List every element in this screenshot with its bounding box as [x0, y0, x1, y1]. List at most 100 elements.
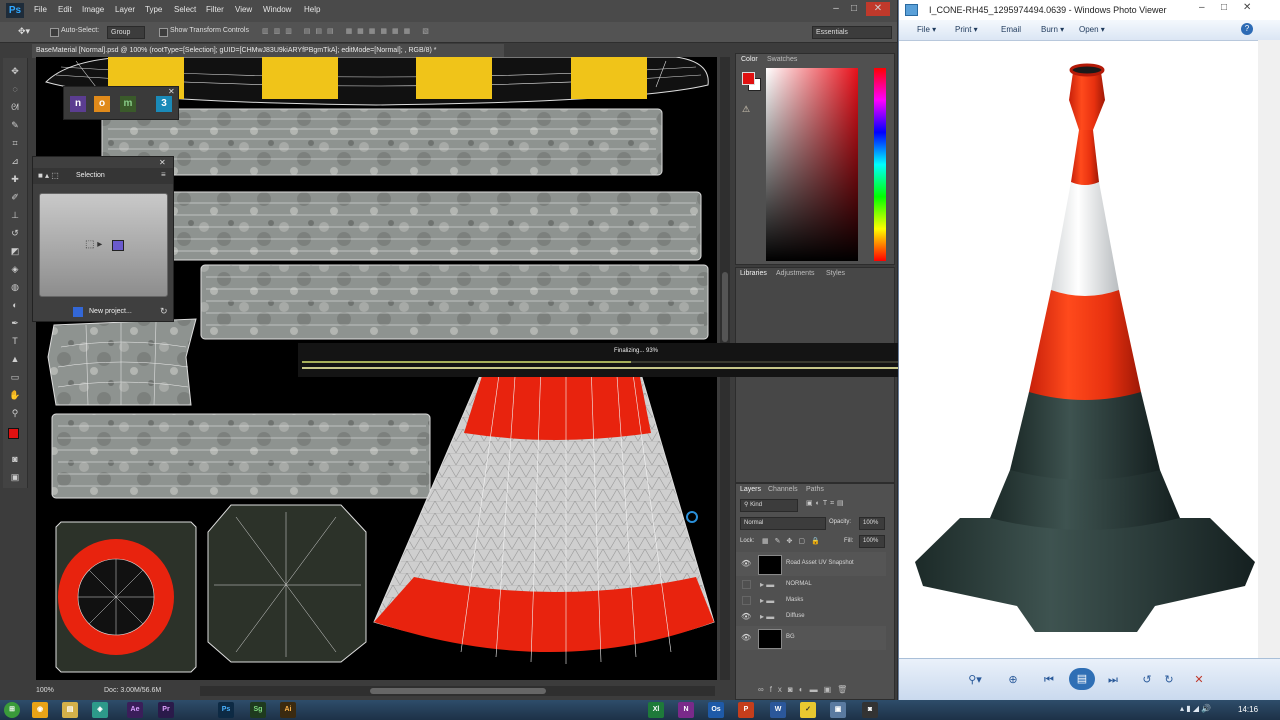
history-brush-icon[interactable]: ↺: [7, 226, 23, 240]
auto-select-dropdown[interactable]: Group: [107, 26, 145, 39]
layer-row[interactable]: 👁 ▸ ▬ Diffuse: [736, 610, 886, 624]
plugin-m-icon[interactable]: m: [120, 96, 136, 112]
pv-menu-burn[interactable]: Burn ▾: [1041, 25, 1064, 34]
tab-styles[interactable]: Styles: [826, 270, 845, 277]
menu-filter[interactable]: Filter: [206, 5, 224, 14]
foreground-color-swatch[interactable]: [8, 428, 19, 439]
refresh-icon[interactable]: ↻: [160, 306, 168, 317]
layer-actions-icons[interactable]: ∞fx◙◐▬▣🗑: [758, 685, 853, 694]
workspace-dropdown[interactable]: Essentials: [812, 26, 892, 39]
maximize-icon[interactable]: □: [1221, 2, 1227, 13]
auto-select-checkbox[interactable]: [50, 28, 59, 37]
taskbar-onenote-icon[interactable]: N: [678, 702, 694, 718]
eraser-tool-icon[interactable]: ◩: [7, 244, 23, 258]
fill-field[interactable]: 100%: [859, 535, 885, 548]
lasso-tool-icon[interactable]: ᘛ: [7, 100, 23, 114]
tab-channels[interactable]: Channels: [768, 486, 798, 493]
quick-select-tool-icon[interactable]: ✎: [7, 118, 23, 132]
hue-slider[interactable]: [874, 68, 886, 261]
document-tab[interactable]: BaseMaterial [Normal].psd @ 100% (rootTy…: [32, 44, 504, 58]
taskbar-word-icon[interactable]: W: [770, 702, 786, 718]
taskbar-powerpoint-icon[interactable]: P: [738, 702, 754, 718]
menu-file[interactable]: File: [34, 5, 47, 14]
quick-mask-icon[interactable]: ◙: [7, 452, 23, 466]
pv-menu-print[interactable]: Print ▾: [955, 25, 978, 34]
explorer-icon[interactable]: ▤: [62, 702, 78, 718]
close-icon[interactable]: ✕: [866, 2, 890, 16]
eye-icon[interactable]: 👁: [741, 612, 751, 621]
layer-name[interactable]: NORMAL: [786, 581, 812, 587]
layer-row[interactable]: 👁 Road Asset UV Snapshot: [736, 552, 886, 576]
path-select-icon[interactable]: ▲: [7, 352, 23, 366]
eye-icon[interactable]: 👁: [741, 633, 751, 642]
pen-tool-icon[interactable]: ✒: [7, 316, 23, 330]
move-tool-icon[interactable]: ✥: [7, 64, 23, 78]
blur-tool-icon[interactable]: ◍: [7, 280, 23, 294]
eye-icon[interactable]: 👁: [741, 559, 751, 568]
app-icon[interactable]: ◈: [92, 702, 108, 718]
eyedropper-tool-icon[interactable]: ⊿: [7, 154, 23, 168]
clock[interactable]: 14:16: [1238, 705, 1258, 714]
slideshow-icon[interactable]: ▤: [1069, 668, 1095, 690]
stamp-tool-icon[interactable]: ⊥: [7, 208, 23, 222]
tab-swatches[interactable]: Swatches: [767, 56, 797, 63]
tab-layers[interactable]: Layers: [740, 486, 761, 493]
tab-adjustments[interactable]: Adjustments: [776, 270, 815, 277]
menu-edit[interactable]: Edit: [58, 5, 72, 14]
close-icon[interactable]: ✕: [168, 87, 175, 96]
previous-icon[interactable]: ⏮: [1039, 673, 1059, 687]
selection-preview-card[interactable]: ⬚ ▸: [39, 193, 168, 297]
layer-filter-icons[interactable]: ▣◐T⌗▤: [806, 499, 847, 508]
taskbar-app-icon[interactable]: ◙: [862, 702, 878, 718]
taskbar-ps-icon[interactable]: Ps: [218, 702, 234, 718]
opacity-field[interactable]: 100%: [859, 517, 885, 530]
delete-icon[interactable]: ✕: [1189, 673, 1209, 687]
menu-layer[interactable]: Layer: [115, 5, 135, 14]
menu-image[interactable]: Image: [82, 5, 104, 14]
dodge-tool-icon[interactable]: ◐: [7, 298, 23, 312]
plugin-o-icon[interactable]: o: [94, 96, 110, 112]
zoom-tool-icon[interactable]: ⚲: [7, 406, 23, 420]
marquee-tool-icon[interactable]: ◌: [7, 82, 23, 96]
taskbar-check-icon[interactable]: ✓: [800, 702, 816, 718]
menu-icon[interactable]: ■ ▴ ⬚: [38, 171, 59, 180]
plugin-3-icon[interactable]: 3: [156, 96, 172, 112]
menu-help[interactable]: Help: [304, 5, 320, 14]
rotate-left-icon[interactable]: ↺: [1137, 673, 1157, 687]
actual-size-icon[interactable]: ⊕: [1003, 673, 1023, 687]
rotate-right-icon[interactable]: ↻: [1159, 673, 1179, 687]
visibility-toggle[interactable]: [742, 580, 751, 589]
close-icon[interactable]: ✕: [159, 158, 166, 167]
layer-name[interactable]: Masks: [786, 597, 803, 603]
panel-menu-icon[interactable]: ≡: [161, 170, 166, 179]
close-icon[interactable]: ✕: [1243, 2, 1251, 13]
layer-row[interactable]: ▸ ▬ NORMAL: [736, 578, 886, 592]
show-transform-checkbox[interactable]: [159, 28, 168, 37]
healing-tool-icon[interactable]: ✚: [7, 172, 23, 186]
tray-icons[interactable]: ▴ ▮ ◢ 🔊: [1180, 704, 1211, 713]
menu-window[interactable]: Window: [263, 5, 291, 14]
screen-mode-icon[interactable]: ▣: [7, 470, 23, 484]
tab-libraries[interactable]: Libraries: [740, 270, 767, 277]
paint-bucket-icon[interactable]: ◈: [7, 262, 23, 276]
shape-tool-icon[interactable]: ▭: [7, 370, 23, 384]
tab-paths[interactable]: Paths: [806, 486, 824, 493]
layer-row[interactable]: 👁 BG: [736, 626, 886, 650]
blend-mode-dropdown[interactable]: Normal: [740, 517, 826, 530]
menu-select[interactable]: Select: [174, 5, 196, 14]
chrome-icon[interactable]: ◉: [32, 702, 48, 718]
minimize-icon[interactable]: –: [828, 2, 844, 16]
color-field[interactable]: [766, 68, 858, 261]
start-button-icon[interactable]: ⊞: [4, 702, 20, 718]
taskbar-ai-icon[interactable]: Ai: [280, 702, 296, 718]
taskbar-excel-icon[interactable]: Xl: [648, 702, 664, 718]
new-project-link[interactable]: New project...: [89, 308, 132, 315]
help-icon[interactable]: ?: [1241, 23, 1253, 35]
menu-view[interactable]: View: [235, 5, 252, 14]
taskbar-ae-icon[interactable]: Ae: [127, 702, 143, 718]
crop-tool-icon[interactable]: ⌗: [7, 136, 23, 150]
taskbar-photo-viewer-icon[interactable]: ▣: [830, 702, 846, 718]
canvas-horizontal-scrollbar[interactable]: [200, 686, 715, 696]
tab-color[interactable]: Color: [741, 56, 758, 63]
zoom-level[interactable]: 100%: [36, 684, 54, 698]
